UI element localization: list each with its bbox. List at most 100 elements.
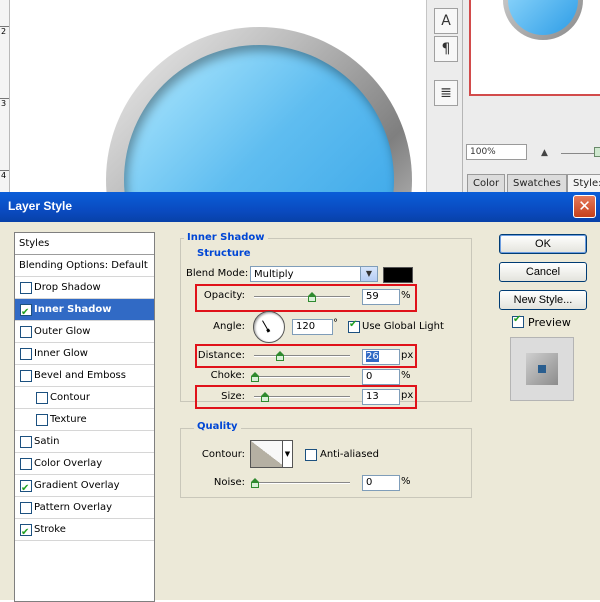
- angle-dial[interactable]: [253, 311, 285, 343]
- use-global-light-checkbox[interactable]: [348, 319, 360, 333]
- style-item-checkbox[interactable]: [20, 302, 32, 323]
- size-slider-thumb[interactable]: [261, 392, 269, 402]
- style-item-checkbox[interactable]: [36, 414, 48, 426]
- style-item-label: Inner Glow: [34, 348, 88, 359]
- dialog-title: Layer Style: [8, 199, 73, 213]
- style-item-checkbox[interactable]: [36, 392, 48, 404]
- style-item-bevel-and-emboss[interactable]: Bevel and Emboss: [15, 365, 154, 387]
- contour-label: Contour:: [201, 449, 245, 460]
- opacity-slider-thumb[interactable]: [308, 292, 316, 302]
- zoom-out-icon[interactable]: ▲: [541, 148, 548, 158]
- style-item-label: Outer Glow: [34, 326, 91, 337]
- use-global-light-label: Use Global Light: [362, 321, 444, 332]
- style-item-checkbox[interactable]: [20, 370, 32, 382]
- tab-styles[interactable]: Style:: [567, 174, 600, 192]
- tab-color[interactable]: Color: [467, 174, 506, 192]
- layer-comps-icon[interactable]: ≣: [434, 80, 458, 106]
- style-item-drop-shadow[interactable]: Drop Shadow: [15, 277, 154, 299]
- size-label: Size:: [221, 391, 245, 402]
- styles-list-header[interactable]: Styles: [15, 233, 154, 255]
- tab-swatches[interactable]: Swatches: [507, 174, 567, 192]
- new-style-button[interactable]: New Style...: [499, 290, 587, 310]
- style-item-checkbox[interactable]: [20, 478, 32, 499]
- style-item-satin[interactable]: Satin: [15, 431, 154, 453]
- distance-unit: px: [401, 350, 414, 361]
- sphere-inner-blue: [124, 45, 394, 192]
- style-item-gradient-overlay[interactable]: Gradient Overlay: [15, 475, 154, 499]
- distance-slider-track[interactable]: [254, 355, 350, 357]
- navigator-thumbnail: [503, 0, 583, 40]
- contour-picker[interactable]: [250, 440, 286, 468]
- navigator-panel: 100% ▲ Color Swatches Style:: [462, 0, 600, 192]
- button-sphere-artwork: [106, 27, 412, 192]
- distance-slider-thumb[interactable]: [276, 351, 284, 361]
- quality-title: Quality: [194, 421, 241, 432]
- angle-input[interactable]: 120: [292, 319, 333, 335]
- style-item-checkbox[interactable]: [20, 522, 32, 543]
- choke-slider-thumb[interactable]: [251, 372, 259, 382]
- ok-button[interactable]: OK: [499, 234, 587, 254]
- opacity-input[interactable]: 59: [362, 289, 400, 305]
- style-item-checkbox[interactable]: [20, 282, 32, 294]
- style-item-contour[interactable]: Contour: [15, 387, 154, 409]
- blend-mode-label: Blend Mode:: [186, 268, 249, 279]
- style-item-inner-shadow[interactable]: Inner Shadow: [15, 299, 154, 323]
- character-panel-icon[interactable]: A: [434, 8, 458, 34]
- noise-slider-track[interactable]: [254, 482, 350, 484]
- angle-unit: °: [333, 318, 338, 329]
- close-button[interactable]: ✕: [573, 195, 596, 218]
- cancel-button[interactable]: Cancel: [499, 262, 587, 282]
- document-canvas[interactable]: [10, 0, 426, 192]
- noise-unit: %: [401, 476, 411, 487]
- style-item-outer-glow[interactable]: Outer Glow: [15, 321, 154, 343]
- noise-input[interactable]: 0: [362, 475, 400, 491]
- opacity-label: Opacity:: [203, 290, 245, 301]
- preview-label: Preview: [528, 316, 571, 329]
- style-item-label: Bevel and Emboss: [34, 370, 126, 381]
- opacity-unit: %: [401, 290, 411, 301]
- opacity-slider-track[interactable]: [254, 296, 350, 298]
- style-item-stroke[interactable]: Stroke: [15, 519, 154, 543]
- style-item-label: Texture: [50, 414, 87, 425]
- style-item-inner-glow[interactable]: Inner Glow: [15, 343, 154, 365]
- style-item-label: Satin: [34, 436, 60, 447]
- size-input[interactable]: 13: [362, 389, 400, 405]
- style-item-checkbox[interactable]: [20, 436, 32, 448]
- noise-label: Noise:: [213, 477, 245, 488]
- blend-mode-select[interactable]: Multiply ▼: [250, 266, 378, 282]
- styles-list: Styles Blending Options: Default Drop Sha…: [14, 232, 155, 602]
- dialog-titlebar[interactable]: Layer Style ✕: [0, 192, 600, 222]
- style-item-blending-options-default[interactable]: Blending Options: Default: [15, 255, 154, 277]
- tool-strip: A ¶ ≣: [426, 0, 463, 192]
- style-item-texture[interactable]: Texture: [15, 409, 154, 431]
- distance-label: Distance:: [197, 350, 245, 361]
- zoom-field[interactable]: 100%: [466, 144, 527, 160]
- style-item-checkbox[interactable]: [20, 502, 32, 514]
- zoom-slider-track[interactable]: [561, 153, 597, 154]
- style-item-checkbox[interactable]: [20, 326, 32, 338]
- navigator-preview[interactable]: [469, 0, 600, 96]
- choke-unit: %: [401, 370, 411, 381]
- anti-aliased-checkbox[interactable]: [305, 449, 317, 461]
- style-item-label: Contour: [50, 392, 90, 403]
- size-unit: px: [401, 390, 414, 401]
- paragraph-panel-icon[interactable]: ¶: [434, 36, 458, 62]
- style-item-checkbox[interactable]: [20, 458, 32, 470]
- shadow-color-swatch[interactable]: [383, 267, 413, 283]
- style-item-label: Drop Shadow: [34, 282, 101, 293]
- style-item-label: Color Overlay: [34, 458, 103, 469]
- style-item-label: Stroke: [34, 524, 66, 535]
- angle-label: Angle:: [213, 321, 245, 332]
- zoom-slider-thumb[interactable]: [594, 147, 600, 157]
- style-item-label: Blending Options: Default: [19, 260, 148, 271]
- style-item-color-overlay[interactable]: Color Overlay: [15, 453, 154, 475]
- style-item-checkbox[interactable]: [20, 348, 32, 360]
- noise-slider-thumb[interactable]: [251, 478, 259, 488]
- contour-chevron-icon[interactable]: ▼: [282, 440, 293, 468]
- choke-slider-track[interactable]: [254, 376, 350, 378]
- style-item-label: Inner Shadow: [34, 304, 112, 315]
- preview-checkbox[interactable]: [512, 314, 524, 328]
- choke-input[interactable]: 0: [362, 369, 400, 385]
- style-item-pattern-overlay[interactable]: Pattern Overlay: [15, 497, 154, 519]
- distance-input[interactable]: 26: [362, 349, 400, 365]
